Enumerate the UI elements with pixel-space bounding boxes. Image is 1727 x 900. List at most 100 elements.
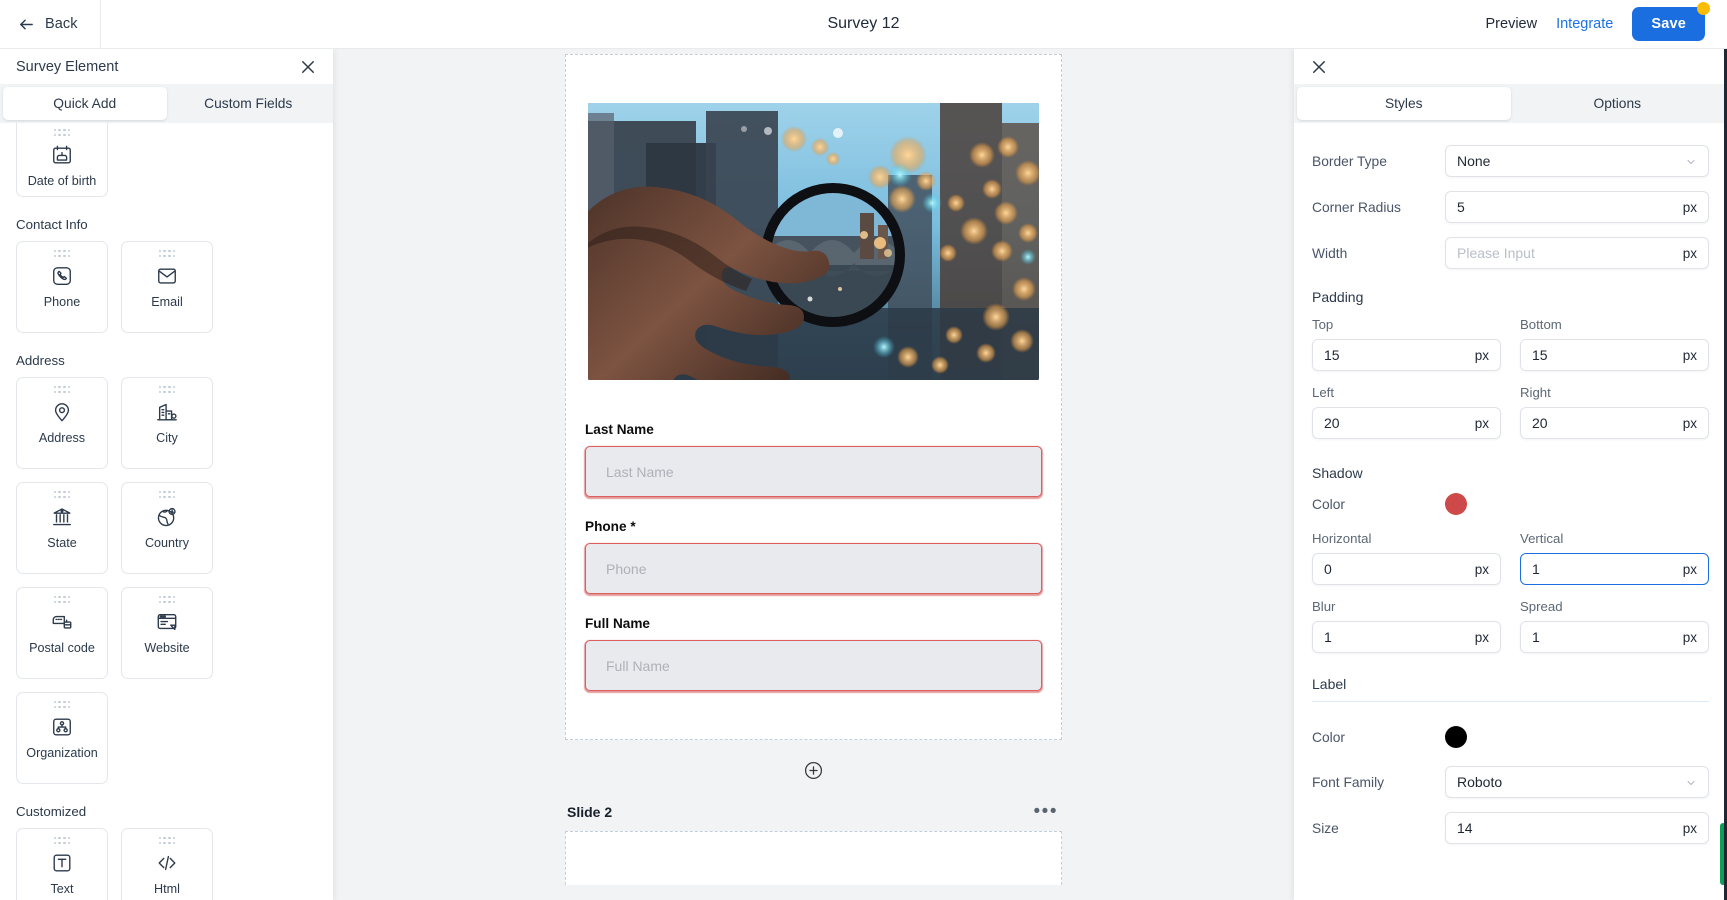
calendar-birthday-icon: [51, 144, 73, 166]
element-group-title: Address: [16, 353, 65, 368]
element-list-scroll[interactable]: Date of birth Contact Info Phone Email Addre…: [0, 123, 333, 900]
shadow-section-title: Shadow: [1312, 465, 1363, 481]
shadow-color-swatch[interactable]: [1445, 493, 1467, 515]
page-title: Survey 12: [827, 15, 900, 32]
padding-right-input[interactable]: 20 px: [1520, 407, 1709, 439]
padding-bottom-unit: px: [1682, 347, 1697, 363]
width-input[interactable]: Please Input px: [1445, 237, 1709, 269]
shadow-vertical-input[interactable]: 1 px: [1520, 553, 1709, 585]
shadow-blur-input[interactable]: 1 px: [1312, 621, 1501, 653]
font-size-unit: px: [1682, 820, 1697, 836]
unsaved-changes-badge: [1697, 2, 1710, 15]
shadow-vertical-label: Vertical: [1520, 531, 1564, 546]
corner-radius-input[interactable]: 5 px: [1445, 191, 1709, 223]
form-field-placeholder: Last Name: [606, 463, 674, 480]
drag-handle-icon[interactable]: [53, 129, 71, 137]
integrate-button[interactable]: Integrate: [1556, 16, 1613, 32]
width-label: Width: [1312, 245, 1348, 261]
element-card-phone[interactable]: Phone: [16, 241, 108, 333]
form-field-input[interactable]: Full Name: [585, 640, 1042, 691]
drag-handle-icon[interactable]: [158, 250, 176, 258]
styles-panel-scroll[interactable]: Border Type None Corner Radius 5 px Widt…: [1294, 123, 1727, 900]
padding-left-label: Left: [1312, 385, 1334, 400]
element-card-website[interactable]: Website: [121, 587, 213, 679]
element-card-organization[interactable]: Organization: [16, 692, 108, 784]
element-card-country[interactable]: Country: [121, 482, 213, 574]
element-card-date-of-birth[interactable]: Date of birth: [16, 123, 108, 197]
code-brackets-icon: [156, 852, 178, 874]
drag-handle-icon[interactable]: [158, 596, 176, 604]
top-toolbar: Back Survey 12 Preview Integrate Save: [0, 0, 1727, 49]
close-icon[interactable]: [1310, 58, 1328, 76]
element-card-label: State: [47, 536, 77, 551]
drag-handle-icon[interactable]: [53, 701, 71, 709]
add-element-button[interactable]: [804, 761, 823, 780]
form-field-input[interactable]: Phone: [585, 543, 1042, 594]
element-card-address[interactable]: Address: [16, 377, 108, 469]
tab-options[interactable]: Options: [1511, 87, 1725, 120]
font-family-select[interactable]: Roboto: [1445, 766, 1709, 798]
org-chart-icon: [51, 716, 73, 738]
element-group-title: Customized: [16, 804, 87, 819]
shadow-horizontal-input[interactable]: 0 px: [1312, 553, 1501, 585]
element-card-state[interactable]: State: [16, 482, 108, 574]
drag-handle-icon[interactable]: [158, 837, 176, 845]
save-button[interactable]: Save: [1632, 2, 1710, 41]
form-field-list: Last Name Last Name Phone * Phone Full Name F…: [585, 422, 1042, 713]
slide-1-container[interactable]: Last Name Last Name Phone * Phone Full Name F…: [565, 54, 1062, 740]
shadow-blur-spread-row: Blur 1 px Spread 1 px: [1312, 599, 1709, 653]
shadow-spread-input[interactable]: 1 px: [1520, 621, 1709, 653]
label-color-swatch[interactable]: [1445, 726, 1467, 748]
font-size-input[interactable]: 14 px: [1445, 812, 1709, 844]
font-family-control: Roboto: [1445, 766, 1709, 798]
drag-handle-icon[interactable]: [158, 386, 176, 394]
form-field: Full Name Full Name: [585, 616, 1042, 691]
font-size-value: 14: [1457, 820, 1473, 836]
drag-handle-icon[interactable]: [53, 386, 71, 394]
element-card-email[interactable]: Email: [121, 241, 213, 333]
label-color-label: Color: [1312, 729, 1345, 745]
drag-handle-icon[interactable]: [53, 596, 71, 604]
form-field-label: Last Name: [585, 422, 654, 437]
slide-2-container[interactable]: [565, 831, 1062, 885]
border-type-select[interactable]: None: [1445, 145, 1709, 177]
form-field-input[interactable]: Last Name: [585, 446, 1042, 497]
padding-top-input[interactable]: 15 px: [1312, 339, 1501, 371]
tab-quick-add[interactable]: Quick Add: [3, 87, 167, 120]
element-card-label: City: [156, 431, 178, 446]
padding-left-right-row: Left 20 px Right 20 px: [1312, 385, 1709, 439]
browser-window-icon: [156, 611, 178, 633]
back-button[interactable]: Back: [0, 0, 101, 49]
element-card-postal-code[interactable]: Postal code: [16, 587, 108, 679]
padding-left-input[interactable]: 20 px: [1312, 407, 1501, 439]
label-section: Label: [1312, 676, 1709, 702]
width-unit: px: [1682, 245, 1697, 261]
preview-button[interactable]: Preview: [1486, 16, 1538, 32]
element-card-city[interactable]: City: [121, 377, 213, 469]
close-icon[interactable]: [299, 58, 317, 76]
drag-handle-icon[interactable]: [53, 837, 71, 845]
drag-handle-icon[interactable]: [53, 491, 71, 499]
shadow-spread-unit: px: [1682, 629, 1697, 645]
slide-canvas[interactable]: Last Name Last Name Phone * Phone Full Name F…: [333, 49, 1294, 900]
chevron-down-icon: [1685, 155, 1697, 167]
element-group-grid: Date of birth: [16, 123, 317, 197]
tab-styles[interactable]: Styles: [1297, 87, 1511, 120]
padding-right-unit: px: [1682, 415, 1697, 431]
drag-handle-icon[interactable]: [53, 250, 71, 258]
slide-banner-image[interactable]: [588, 103, 1039, 380]
padding-top-group: Top 15 px: [1312, 317, 1501, 371]
workspace: Survey Element Quick Add Custom Fields D…: [0, 49, 1727, 900]
globe-icon: [156, 506, 178, 528]
shadow-horizontal-label: Horizontal: [1312, 531, 1372, 546]
tab-custom-fields[interactable]: Custom Fields: [167, 87, 331, 120]
element-card-label: Email: [151, 295, 183, 310]
drag-handle-icon[interactable]: [158, 491, 176, 499]
element-card-text[interactable]: Text: [16, 828, 108, 900]
slide-2-title: Slide 2: [567, 803, 613, 820]
padding-section-title: Padding: [1312, 289, 1364, 305]
corner-radius-control: 5 px: [1445, 191, 1709, 223]
ellipsis-icon[interactable]: •••: [1034, 802, 1058, 821]
padding-bottom-input[interactable]: 15 px: [1520, 339, 1709, 371]
element-card-html[interactable]: Html: [121, 828, 213, 900]
